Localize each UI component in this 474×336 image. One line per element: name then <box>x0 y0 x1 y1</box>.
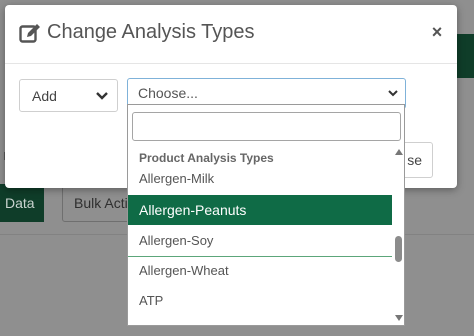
chevron-down-icon <box>96 92 108 100</box>
option-allergen-peanuts[interactable]: Allergen-Peanuts <box>128 195 392 225</box>
modal-title: Change Analysis Types <box>47 21 255 43</box>
option-allergen-soy[interactable]: Allergen-Soy <box>128 226 392 256</box>
close-button[interactable]: × <box>427 20 447 44</box>
option-atp[interactable]: ATP <box>128 286 392 316</box>
modal-header: Change Analysis Types × <box>5 5 457 64</box>
edit-icon <box>19 24 40 43</box>
mode-select-value: Add <box>32 88 57 104</box>
option-allergen-wheat[interactable]: Allergen-Wheat <box>128 256 392 286</box>
dropdown-scrollbar[interactable] <box>392 145 404 325</box>
scroll-down-arrow-icon[interactable] <box>395 315 403 321</box>
analysis-type-select-value: Choose... <box>138 85 198 101</box>
option-group-label: Product Analysis Types <box>139 151 274 165</box>
scroll-up-arrow-icon[interactable] <box>395 149 403 155</box>
option-allergen-milk[interactable]: Allergen-Milk <box>128 164 392 194</box>
options-list: Product Analysis Types Allergen-Milk All… <box>128 145 392 325</box>
mode-select[interactable]: Add <box>19 79 118 112</box>
analysis-type-dropdown: Product Analysis Types Allergen-Milk All… <box>127 104 405 326</box>
chevron-down-icon <box>388 90 398 97</box>
data-button[interactable]: Data <box>0 184 44 222</box>
dropdown-search-input[interactable] <box>132 112 401 141</box>
scrollbar-thumb[interactable] <box>395 236 402 262</box>
